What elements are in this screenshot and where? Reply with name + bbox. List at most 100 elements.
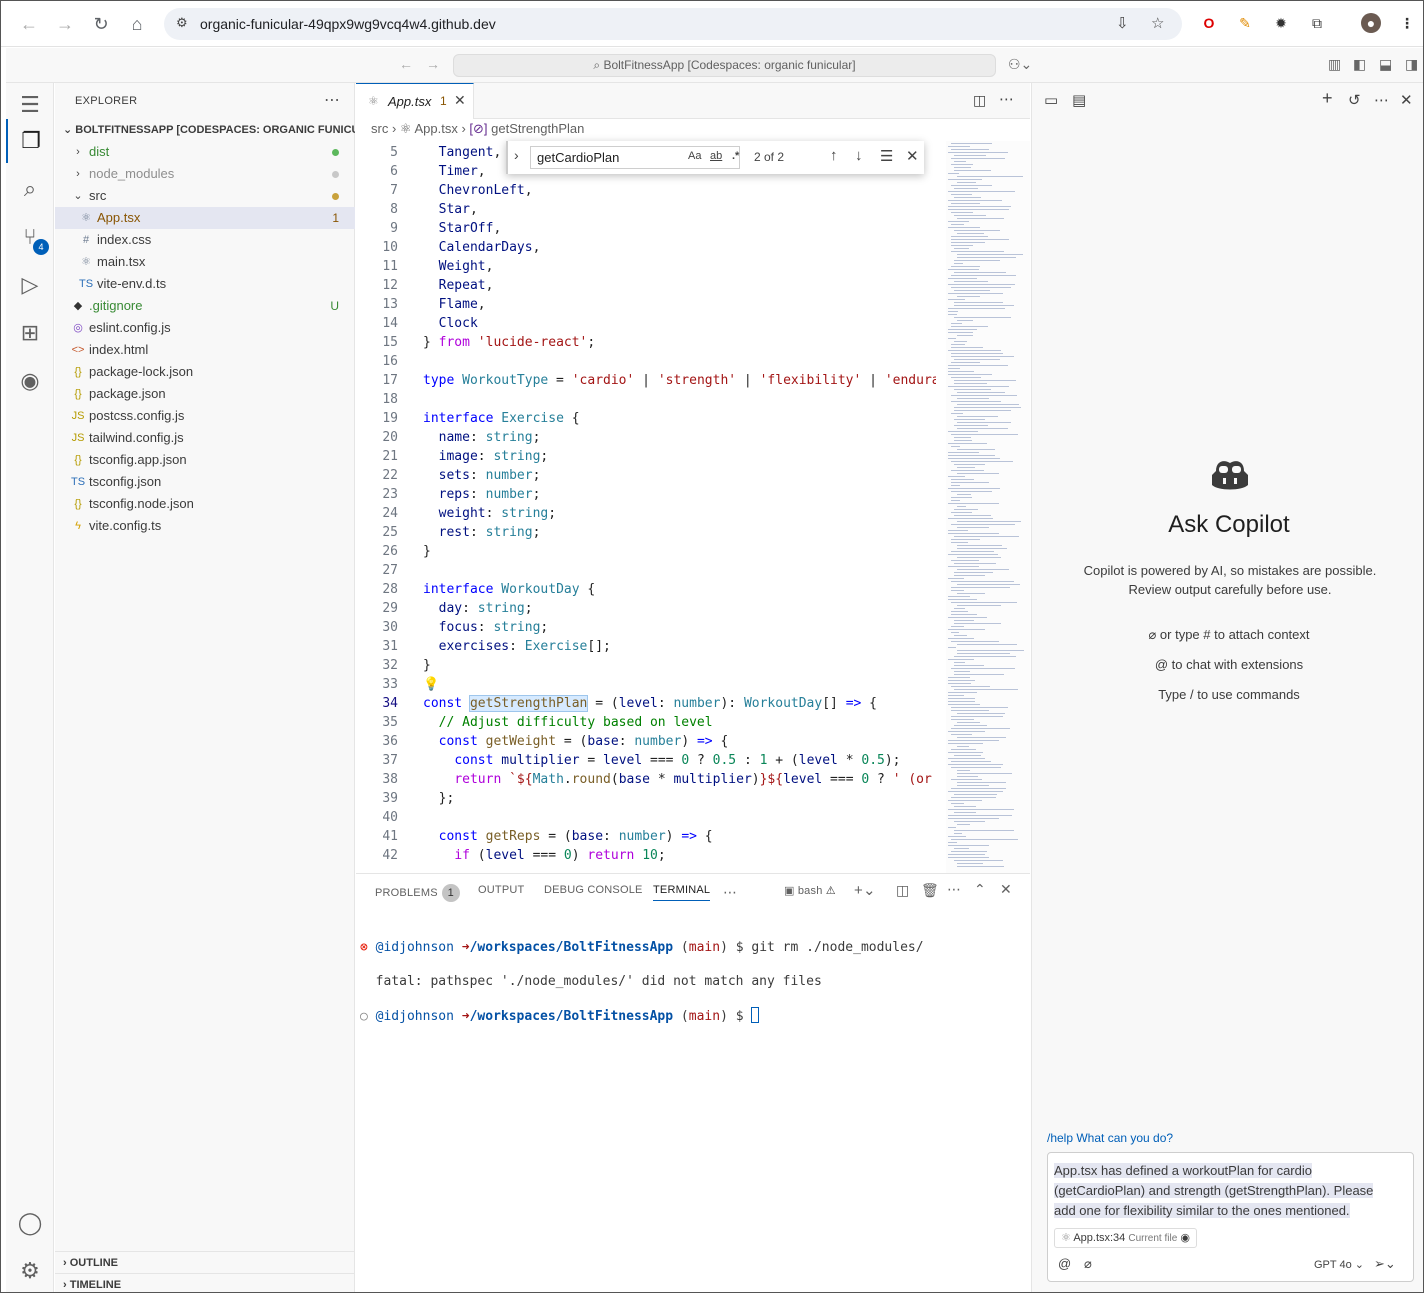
terminal-shell[interactable]: ▣ bash ⚠: [784, 884, 836, 897]
close-icon[interactable]: ✕: [1400, 91, 1413, 109]
eye-icon[interactable]: ◉: [1180, 1232, 1190, 1244]
home-icon[interactable]: ⌂: [125, 12, 149, 36]
tree-item[interactable]: ◎ eslint.config.js: [55, 317, 355, 339]
find-in-selection-icon[interactable]: ☰: [880, 147, 893, 165]
chat-input-box[interactable]: App.tsx has defined a workoutPlan for ca…: [1047, 1152, 1414, 1282]
breadcrumb-src[interactable]: src: [371, 121, 388, 136]
run-debug-icon[interactable]: ▷: [6, 263, 54, 307]
outline-section[interactable]: › OUTLINE: [55, 1251, 355, 1273]
match-case-icon[interactable]: Aa: [688, 150, 701, 162]
mention-icon[interactable]: @: [1058, 1256, 1071, 1271]
search-icon[interactable]: ⌕: [6, 167, 54, 211]
forward-icon[interactable]: →: [53, 12, 77, 36]
workspace-root[interactable]: ⌄ BOLTFITNESSAPP [CODESPACES: ORGANIC FU…: [55, 119, 355, 141]
nav-forward-icon[interactable]: →: [426, 56, 440, 72]
kill-terminal-icon[interactable]: 🗑: [921, 882, 939, 899]
tree-item[interactable]: {} package-lock.json: [55, 361, 355, 383]
extensions-icon[interactable]: ⊞: [6, 311, 54, 355]
explorer-files-icon[interactable]: ❐: [6, 119, 54, 163]
nav-back-icon[interactable]: ←: [399, 56, 413, 72]
extension-edit-icon[interactable]: ✎: [1235, 13, 1255, 33]
tab-output[interactable]: OUTPUT: [478, 884, 524, 896]
tree-item[interactable]: JS postcss.config.js: [55, 405, 355, 427]
tab-problems[interactable]: PROBLEMS 1: [375, 884, 460, 902]
tree-item[interactable]: › node_modules: [55, 163, 355, 185]
chat-icon[interactable]: ▭: [1044, 91, 1058, 109]
model-picker[interactable]: GPT 4o ⌄: [1314, 1258, 1364, 1271]
tree-item[interactable]: ◆ .gitignore U: [55, 295, 355, 317]
copilot-more-icon[interactable]: ⋯: [1374, 91, 1389, 109]
site-info-icon[interactable]: ⚙: [176, 15, 188, 31]
extension-opera-icon[interactable]: O: [1199, 13, 1219, 33]
code-editor[interactable]: 5 Tangent, 6 Timer, 7 ChevronLeft, 8 Star, 9…: [356, 143, 936, 873]
tree-item[interactable]: ⚛ App.tsx 1: [55, 207, 355, 229]
command-center[interactable]: ⌕ BoltFitnessApp [Codespaces: organic fu…: [453, 54, 996, 77]
terminal-output[interactable]: ⊗ @idjohnson ➜/workspaces/BoltFitnessApp…: [360, 922, 924, 1059]
split-editor-icon[interactable]: ◫: [973, 92, 986, 109]
copilot-menu-icon[interactable]: ⚇⌄: [1008, 56, 1032, 73]
toggle-sidebar-icon[interactable]: ◧: [1353, 56, 1366, 73]
help-suggestion[interactable]: /help What can you do?: [1047, 1131, 1173, 1145]
tree-item[interactable]: ⌄ src: [55, 185, 355, 207]
tree-item[interactable]: TS vite-env.d.ts: [55, 273, 355, 295]
minimap[interactable]: [946, 141, 1030, 873]
tree-item[interactable]: ϟ vite.config.ts: [55, 515, 355, 537]
breadcrumb-file[interactable]: App.tsx: [414, 121, 457, 136]
install-app-icon[interactable]: ⇩: [1116, 14, 1129, 32]
tree-item[interactable]: {} tsconfig.app.json: [55, 449, 355, 471]
back-icon[interactable]: ←: [17, 12, 41, 36]
close-panel-icon[interactable]: ✕: [1000, 881, 1012, 898]
address-bar[interactable]: ⚙ organic-funicular-49qpx9wg9vcq4w4.gith…: [164, 8, 1182, 40]
tree-item[interactable]: {} package.json: [55, 383, 355, 405]
whole-word-icon[interactable]: ab: [710, 150, 722, 162]
accounts-icon[interactable]: ◯: [6, 1201, 54, 1245]
toggle-panel-icon[interactable]: ⬓: [1379, 56, 1392, 73]
extension-gear-icon[interactable]: ✹: [1271, 13, 1291, 33]
new-terminal-icon[interactable]: +⌄: [854, 881, 876, 899]
toggle-secondary-sidebar-icon[interactable]: ◨: [1405, 56, 1418, 73]
timeline-section[interactable]: › TIMELINE: [55, 1273, 355, 1292]
settings-gear-icon[interactable]: ⚙: [6, 1249, 54, 1292]
tree-item[interactable]: › dist: [55, 141, 355, 163]
next-match-icon[interactable]: ↓: [855, 147, 863, 164]
tree-item[interactable]: ⚛ main.tsx: [55, 251, 355, 273]
reload-icon[interactable]: ↻: [89, 12, 113, 36]
minimap-line: [951, 614, 977, 615]
bookmark-star-icon[interactable]: ☆: [1151, 14, 1164, 32]
attachment-chip[interactable]: ⚛ App.tsx:34 Current file ◉: [1054, 1228, 1197, 1248]
find-input[interactable]: getCardioPlan: [530, 146, 740, 169]
new-chat-icon[interactable]: +: [1322, 88, 1333, 109]
github-icon[interactable]: ◉: [6, 359, 54, 403]
browser-menu-icon[interactable]: ⋮: [1397, 13, 1417, 33]
send-icon[interactable]: ➢⌄: [1374, 1256, 1396, 1272]
panel-more-icon[interactable]: ⋯: [723, 884, 737, 901]
tree-item[interactable]: JS tailwind.config.js: [55, 427, 355, 449]
regex-icon[interactable]: .*: [732, 150, 739, 162]
tree-item[interactable]: # index.css: [55, 229, 355, 251]
maximize-panel-icon[interactable]: ⌃: [974, 881, 986, 898]
tree-item[interactable]: TS tsconfig.json: [55, 471, 355, 493]
close-find-icon[interactable]: ✕: [906, 147, 919, 165]
previous-match-icon[interactable]: ↑: [830, 147, 838, 164]
breadcrumb-symbol[interactable]: getStrengthPlan: [491, 121, 584, 136]
edits-icon[interactable]: ▤: [1072, 91, 1086, 109]
toggle-replace-icon[interactable]: ›: [514, 147, 519, 163]
tab-terminal[interactable]: TERMINAL: [653, 884, 711, 901]
customize-layout-icon[interactable]: ▥: [1328, 56, 1341, 73]
extensions-puzzle-icon[interactable]: ⧉: [1307, 13, 1327, 33]
editor-more-icon[interactable]: ⋯: [999, 90, 1014, 108]
more-actions-icon[interactable]: ⋯: [324, 90, 340, 110]
tree-item[interactable]: <> index.html: [55, 339, 355, 361]
tab-app-tsx[interactable]: ⚛ App.tsx 1 ✕: [356, 83, 474, 119]
tab-debug-console[interactable]: DEBUG CONSOLE: [544, 884, 643, 896]
chevron-down-icon: ⌄: [1354, 1259, 1364, 1271]
terminal-more-icon[interactable]: ⋯: [947, 881, 961, 898]
source-control-icon[interactable]: ⑂ 4: [6, 215, 54, 259]
attach-paperclip-icon[interactable]: ⌀: [1084, 1256, 1092, 1272]
profile-avatar[interactable]: ●: [1361, 13, 1381, 33]
split-terminal-icon[interactable]: ◫: [896, 882, 909, 899]
chat-input[interactable]: App.tsx has defined a workoutPlan for ca…: [1054, 1161, 1384, 1221]
close-icon[interactable]: ✕: [454, 92, 466, 109]
history-icon[interactable]: ↺: [1348, 91, 1361, 109]
tree-item[interactable]: {} tsconfig.node.json: [55, 493, 355, 515]
